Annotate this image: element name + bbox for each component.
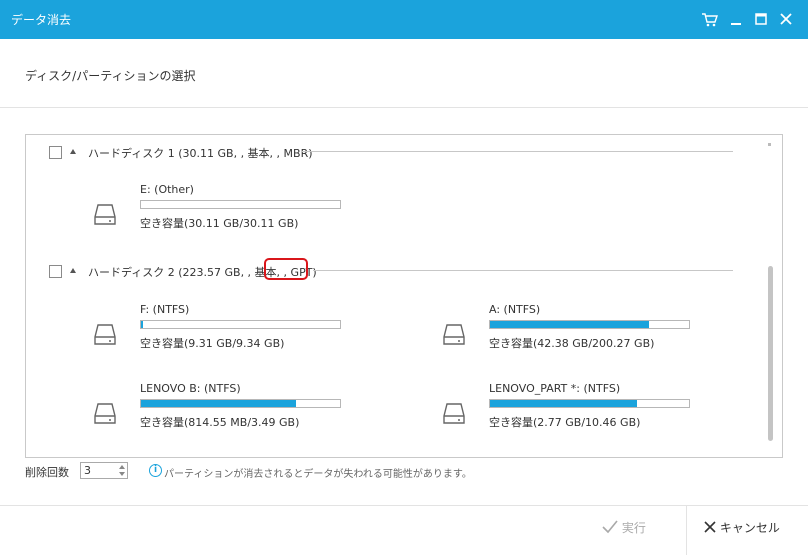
check-icon — [602, 520, 618, 534]
cart-icon[interactable] — [700, 8, 720, 30]
disk-checkbox[interactable] — [49, 265, 62, 278]
partition-name: A: (NTFS) — [489, 303, 541, 316]
partition-free-space: 空き容量(2.77 GB/10.46 GB) — [489, 416, 641, 429]
collapse-icon[interactable] — [70, 149, 76, 154]
x-icon — [704, 521, 716, 533]
drive-icon — [93, 202, 117, 228]
stepper-down-icon[interactable] — [119, 472, 125, 476]
execute-label: 実行 — [621, 521, 646, 535]
partition-free-space: 空き容量(42.38 GB/200.27 GB) — [489, 337, 655, 350]
usage-bar — [140, 399, 341, 408]
drive-icon — [442, 401, 466, 427]
usage-bar — [140, 320, 341, 329]
drive-icon — [93, 401, 117, 427]
disk-label: ハードディスク 1 (30.11 GB, , 基本, , MBR) — [88, 147, 313, 160]
partition-name: LENOVO_PART *: (NTFS) — [489, 382, 621, 395]
divider — [301, 151, 733, 152]
divider — [313, 270, 733, 271]
drive-icon — [442, 322, 466, 348]
cancel-button[interactable]: キャンセル — [704, 519, 780, 536]
execute-button[interactable]: 実行 — [602, 519, 646, 536]
usage-bar — [140, 200, 341, 209]
disk-checkbox[interactable] — [49, 146, 62, 159]
delete-count-value[interactable]: 3 — [84, 464, 91, 477]
section-title: ディスク/パーティションの選択 — [25, 69, 196, 83]
divider — [0, 107, 808, 108]
cancel-label: キャンセル — [719, 521, 780, 535]
info-text: パーティションが消去されるとデータが失われる可能性があります。 — [164, 469, 472, 480]
window-title: データ消去 — [11, 13, 72, 27]
delete-count-label: 削除回数 — [25, 466, 69, 479]
partition-free-space: 空き容量(814.55 MB/3.49 GB) — [140, 416, 300, 429]
usage-bar — [489, 399, 690, 408]
footer-separator — [686, 506, 687, 555]
partition-free-space: 空き容量(30.11 GB/30.11 GB) — [140, 217, 299, 230]
partition-name: LENOVO B: (NTFS) — [140, 382, 241, 395]
drive-icon — [93, 322, 117, 348]
highlight-box — [264, 258, 308, 280]
disk-list-panel: ハードディスク 1 (30.11 GB, , 基本, , MBR) E: (Ot… — [25, 134, 783, 458]
minimize-icon[interactable] — [726, 8, 746, 30]
delete-count-stepper[interactable]: 3 — [80, 462, 128, 479]
title-bar: データ消去 — [0, 0, 808, 39]
partition-name: E: (Other) — [140, 183, 194, 196]
scrollbar-thumb[interactable] — [768, 266, 773, 441]
disk-header-2: ハードディスク 2 (223.57 GB, , 基本, , GPT) — [49, 263, 769, 279]
maximize-icon[interactable] — [751, 8, 771, 30]
disk-header-1: ハードディスク 1 (30.11 GB, , 基本, , MBR) — [49, 144, 769, 160]
partition-name: F: (NTFS) — [140, 303, 190, 316]
partition-free-space: 空き容量(9.31 GB/9.34 GB) — [140, 337, 285, 350]
collapse-icon[interactable] — [70, 268, 76, 273]
close-icon[interactable] — [776, 8, 796, 30]
usage-bar — [489, 320, 690, 329]
info-icon: i — [149, 464, 162, 477]
stepper-up-icon[interactable] — [119, 465, 125, 469]
